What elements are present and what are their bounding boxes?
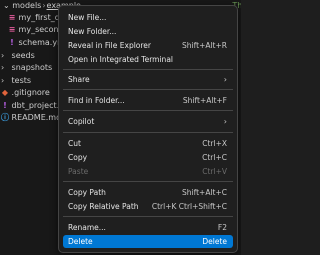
tree-item-dbt-project[interactable]: ! dbt_project.y bbox=[1, 100, 64, 112]
menu-divider bbox=[63, 216, 233, 217]
menu-item-label: Copy Relative Path bbox=[68, 202, 139, 211]
tree-item-readme[interactable]: ⓘ README.md bbox=[1, 112, 61, 124]
menu-item-label: Delete bbox=[68, 237, 93, 246]
menu-item-new-file[interactable]: New File... bbox=[63, 11, 233, 24]
menu-item-label: New File... bbox=[68, 13, 107, 22]
database-icon: ≡ bbox=[8, 25, 16, 34]
menu-item-copy-path[interactable]: Copy Path Shift+Alt+C bbox=[63, 186, 233, 199]
menu-item-paste: Paste Ctrl+V bbox=[63, 165, 233, 178]
menu-item-label: Paste bbox=[68, 167, 89, 176]
menu-divider bbox=[63, 132, 233, 133]
tree-item-label: seeds bbox=[11, 51, 35, 60]
exclamation-icon: ! bbox=[3, 101, 7, 110]
menu-item-label: Find in Folder... bbox=[68, 96, 125, 105]
tree-item-label: tests bbox=[11, 76, 32, 85]
menu-divider bbox=[63, 89, 233, 90]
context-menu: New File... New Folder... Reveal in File… bbox=[58, 5, 238, 253]
menu-item-shortcut: Delete bbox=[202, 237, 227, 246]
info-icon: ⓘ bbox=[1, 113, 9, 122]
chevron-right-icon: › bbox=[1, 51, 5, 60]
chevron-right-icon: › bbox=[223, 75, 227, 84]
menu-item-open-in-terminal[interactable]: Open in Integrated Terminal bbox=[63, 53, 233, 66]
menu-divider bbox=[63, 69, 233, 70]
tree-folder-tests[interactable]: › tests bbox=[1, 75, 31, 87]
menu-item-delete[interactable]: Delete Delete bbox=[63, 235, 233, 248]
tree-folder-snapshots[interactable]: › snapshots bbox=[1, 62, 52, 74]
menu-divider bbox=[63, 181, 233, 182]
vscode-window: ⌄ models›example -- Th ≡ my_first_db ≡ m… bbox=[0, 0, 241, 255]
menu-item-label: Copy bbox=[68, 153, 88, 162]
tree-item-my-second[interactable]: ≡ my_second bbox=[8, 24, 64, 36]
menu-item-shortcut: Ctrl+C bbox=[202, 153, 227, 162]
chevron-right-icon: › bbox=[1, 63, 5, 72]
menu-item-label: Cut bbox=[68, 139, 81, 148]
menu-item-copy[interactable]: Copy Ctrl+C bbox=[63, 151, 233, 164]
menu-item-label: Rename... bbox=[68, 223, 106, 232]
exclamation-icon: ! bbox=[10, 38, 14, 47]
menu-item-copy-relative-path[interactable]: Copy Relative Path Ctrl+K Ctrl+Shift+C bbox=[63, 200, 233, 213]
menu-item-label: Copilot bbox=[68, 117, 95, 126]
menu-item-cut[interactable]: Cut Ctrl+X bbox=[63, 137, 233, 150]
tree-folder-seeds[interactable]: › seeds bbox=[1, 50, 35, 62]
breadcrumb-parent[interactable]: models bbox=[12, 1, 41, 10]
tree-item-label: dbt_project.y bbox=[11, 101, 64, 110]
tree-item-label: .gitignore bbox=[11, 88, 50, 97]
menu-item-shortcut: F2 bbox=[217, 223, 227, 232]
tree-item-label: snapshots bbox=[11, 63, 53, 72]
chevron-right-icon: › bbox=[1, 76, 5, 85]
menu-item-reveal-in-file-explorer[interactable]: Reveal in File Explorer Shift+Alt+R bbox=[63, 39, 233, 52]
menu-item-shortcut: Ctrl+K Ctrl+Shift+C bbox=[151, 202, 227, 211]
git-icon: ◆ bbox=[1, 88, 9, 97]
menu-divider bbox=[63, 110, 233, 111]
menu-item-label: Reveal in File Explorer bbox=[68, 41, 151, 50]
tree-item-label: my_second bbox=[18, 25, 64, 34]
tree-item-gitignore[interactable]: ◆ .gitignore bbox=[1, 87, 50, 99]
menu-item-shortcut: Shift+Alt+C bbox=[181, 188, 227, 197]
tree-item-label: README.md bbox=[11, 113, 62, 122]
menu-item-rename[interactable]: Rename... F2 bbox=[63, 221, 233, 234]
menu-item-copilot[interactable]: Copilot › bbox=[63, 115, 233, 128]
chevron-right-icon: › bbox=[223, 117, 227, 126]
menu-item-label: New Folder... bbox=[68, 27, 117, 36]
menu-item-shortcut: Shift+Alt+F bbox=[182, 96, 227, 105]
menu-item-label: Share bbox=[68, 75, 90, 84]
menu-item-find-in-folder[interactable]: Find in Folder... Shift+Alt+F bbox=[63, 94, 233, 107]
menu-item-new-folder[interactable]: New Folder... bbox=[63, 25, 233, 38]
menu-item-share[interactable]: Share › bbox=[63, 73, 233, 86]
menu-item-shortcut: Ctrl+X bbox=[202, 139, 227, 148]
database-icon: ≡ bbox=[8, 13, 16, 22]
menu-item-label: Copy Path bbox=[68, 188, 106, 197]
menu-item-label: Open in Integrated Terminal bbox=[68, 55, 173, 64]
chevron-down-icon[interactable]: ⌄ bbox=[3, 1, 10, 10]
tree-item-my-first-db[interactable]: ≡ my_first_db bbox=[8, 12, 65, 24]
menu-item-shortcut: Shift+Alt+R bbox=[182, 41, 227, 50]
menu-item-shortcut: Ctrl+V bbox=[202, 167, 227, 176]
